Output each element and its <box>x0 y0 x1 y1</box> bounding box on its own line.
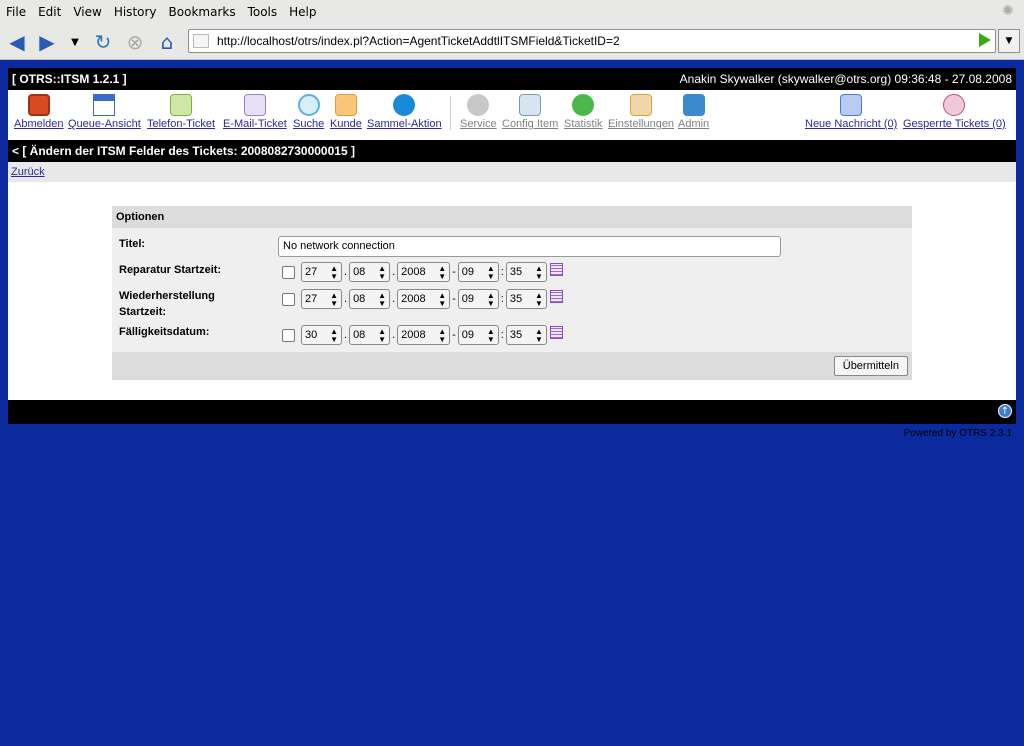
customer-icon <box>334 94 357 116</box>
recovery-start-checkbox[interactable] <box>282 292 295 306</box>
due-date-checkbox[interactable] <box>282 328 295 342</box>
queue-view-icon <box>93 94 116 116</box>
due-day-select[interactable]: 30 ▲ ▼ <box>301 325 342 345</box>
page-icon <box>193 34 209 48</box>
back-arrow-icon[interactable]: ◀ <box>4 29 30 55</box>
address-bar[interactable]: http://localhost/otrs/index.pl?Action=Ag… <box>188 29 996 53</box>
repair-hour-select[interactable]: 09 ▲ ▼ <box>457 262 499 282</box>
title-label: Titel: <box>119 238 146 250</box>
search-icon <box>297 94 320 116</box>
menu-file[interactable]: File <box>6 5 26 19</box>
config-item-icon <box>519 94 542 116</box>
new-message-icon <box>840 94 863 116</box>
submit-button[interactable]: Übermitteln <box>833 356 908 376</box>
calendar-icon[interactable] <box>549 289 563 303</box>
toolbar-search[interactable]: Suche <box>293 94 324 130</box>
app-title: [ OTRS::ITSM 1.2.1 ] <box>12 72 127 86</box>
history-dropdown-icon[interactable]: ▼ <box>62 29 88 55</box>
repair-day-select[interactable]: 27 ▲ ▼ <box>301 262 342 282</box>
repair-minute-select[interactable]: 35 ▲ ▼ <box>505 262 547 282</box>
recovery-hour-select[interactable]: 09 ▲ ▼ <box>457 289 499 309</box>
browser-menubar: File Edit View History Bookmarks Tools H… <box>0 0 1024 24</box>
recovery-day-select[interactable]: 27 ▲ ▼ <box>301 289 342 309</box>
recovery-minute-select[interactable]: 35 ▲ ▼ <box>505 289 547 309</box>
toolbar-settings[interactable]: Einstellungen <box>608 94 674 130</box>
back-link[interactable]: Zurück <box>11 166 45 178</box>
toolbar-phone-ticket[interactable]: Telefon-Ticket <box>147 94 215 130</box>
toolbar-statistics[interactable]: Statistik <box>564 94 603 130</box>
form-footer: Übermitteln <box>112 352 912 380</box>
throbber-icon: ✺ <box>1002 3 1014 19</box>
toolbar-service[interactable]: Service <box>460 94 497 130</box>
repair-year-select[interactable]: 2008 ▲ ▼ <box>397 262 451 282</box>
due-date-label: Fälligkeitsdatum: <box>119 326 210 338</box>
recovery-month-select[interactable]: 08 ▲ ▼ <box>349 289 391 309</box>
recovery-start-label: Wiederherstellung Startzeit: <box>119 290 215 318</box>
menu-edit[interactable]: Edit <box>38 5 61 19</box>
toolbar-config-item[interactable]: Config Item <box>502 94 558 130</box>
email-ticket-icon <box>243 94 266 116</box>
toolbar-bulk-action[interactable]: Sammel-Aktion <box>367 94 442 130</box>
due-month-select[interactable]: 08 ▲ ▼ <box>349 325 391 345</box>
stop-icon[interactable]: ⊗ <box>122 29 148 55</box>
toolbar-admin[interactable]: Admin <box>678 94 709 130</box>
toolbar-new-message[interactable]: Neue Nachricht (0) <box>805 94 897 130</box>
browser-navbar: ◀ ▶ ▼ ↻ ⊗ ⌂ http://localhost/otrs/index.… <box>0 24 1024 60</box>
menu-view[interactable]: View <box>73 5 101 19</box>
repair-start-label: Reparatur Startzeit: <box>119 264 222 276</box>
forward-arrow-icon[interactable]: ▶ <box>34 29 60 55</box>
toolbar-customer[interactable]: Kunde <box>330 94 362 130</box>
recovery-year-select[interactable]: 2008 ▲ ▼ <box>397 289 451 309</box>
menu-help[interactable]: Help <box>289 5 316 19</box>
user-info: Anakin Skywalker (skywalker@otrs.org) 09… <box>679 72 1012 86</box>
admin-icon <box>682 94 705 116</box>
menu-tools[interactable]: Tools <box>248 5 278 19</box>
repair-start-datetime: 27 ▲ ▼ . 08 ▲ ▼ . 2008 ▲ ▼ - 09 ▲ ▼ : 35 ▲ ▼ <box>282 261 563 283</box>
due-hour-select[interactable]: 09 ▲ ▼ <box>457 325 499 345</box>
reload-icon[interactable]: ↻ <box>90 29 116 55</box>
menu-history[interactable]: History <box>114 5 157 19</box>
bulk-action-icon <box>393 94 416 116</box>
otrs-titlebar: [ OTRS::ITSM 1.2.1 ] Anakin Skywalker (s… <box>8 68 1016 90</box>
repair-month-select[interactable]: 08 ▲ ▼ <box>349 262 391 282</box>
toolbar-logout[interactable]: Abmelden <box>14 94 64 130</box>
address-dropdown-icon[interactable]: ▼ <box>998 29 1020 53</box>
otrs-page: [ OTRS::ITSM 1.2.1 ] Anakin Skywalker (s… <box>8 68 1016 424</box>
due-year-select[interactable]: 2008 ▲ ▼ <box>397 325 451 345</box>
options-form: Optionen Titel: No network connection Re… <box>112 206 912 380</box>
locked-tickets-icon <box>943 94 966 116</box>
go-icon[interactable] <box>979 33 991 47</box>
due-minute-select[interactable]: 35 ▲ ▼ <box>505 325 547 345</box>
scroll-up-icon[interactable]: ↑ <box>998 404 1012 418</box>
calendar-icon[interactable] <box>549 262 563 276</box>
calendar-icon[interactable] <box>549 325 563 339</box>
address-text[interactable]: http://localhost/otrs/index.pl?Action=Ag… <box>217 34 620 48</box>
phone-ticket-icon <box>170 94 193 116</box>
toolbar-locked-tickets[interactable]: Gesperrte Tickets (0) <box>903 94 1006 130</box>
menu-bookmarks[interactable]: Bookmarks <box>169 5 236 19</box>
due-date-datetime: 30 ▲ ▼ . 08 ▲ ▼ . 2008 ▲ ▼ - 09 ▲ ▼ : 35 ▲ ▼ <box>282 324 563 346</box>
title-input[interactable]: No network connection <box>278 236 781 257</box>
logout-icon <box>27 94 50 116</box>
page-heading: < [ Ändern der ITSM Felder des Tickets: … <box>8 140 1016 162</box>
form-section-title: Optionen <box>112 206 912 228</box>
recovery-start-datetime: 27 ▲ ▼ . 08 ▲ ▼ . 2008 ▲ ▼ - 09 ▲ ▼ : 35 ▲ ▼ <box>282 288 563 310</box>
home-icon[interactable]: ⌂ <box>154 29 180 55</box>
footer-bar: ↑ <box>8 400 1016 424</box>
powered-by: Powered by OTRS 2.3.1 <box>903 428 1012 439</box>
toolbar-queue-view[interactable]: Queue-Ansicht <box>68 94 141 130</box>
settings-icon <box>630 94 653 116</box>
toolbar-email-ticket[interactable]: E-Mail-Ticket <box>223 94 287 130</box>
otrs-toolbar: Abmelden Queue-Ansicht Telefon-Ticket E-… <box>8 90 1016 138</box>
repair-start-checkbox[interactable] <box>282 265 295 279</box>
back-bar: Zurück <box>8 162 1016 182</box>
statistics-icon <box>572 94 595 116</box>
service-icon <box>467 94 490 116</box>
toolbar-separator <box>450 96 451 130</box>
